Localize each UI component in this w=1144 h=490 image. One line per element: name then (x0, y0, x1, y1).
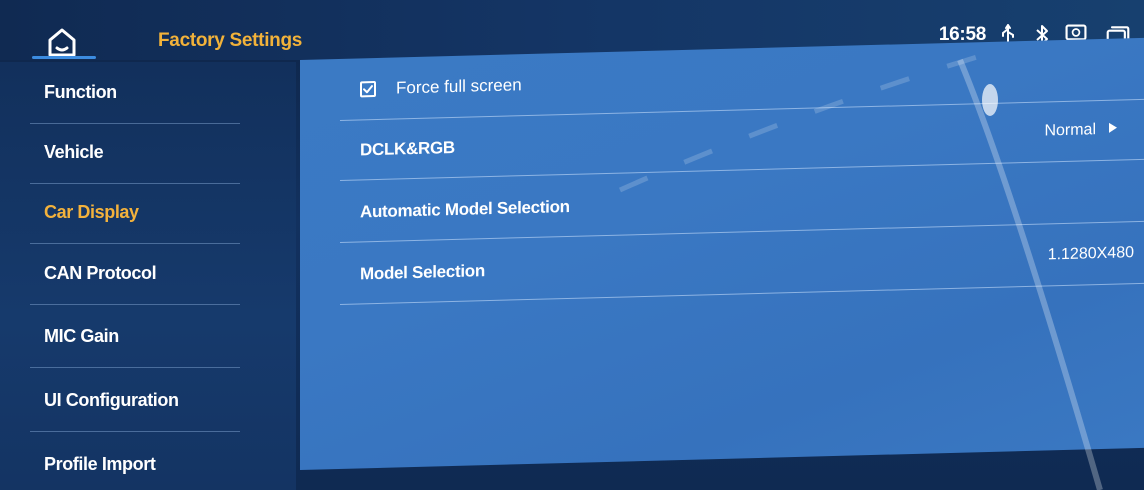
sidebar-item-label: MIC Gain (44, 326, 119, 346)
sidebar: Function Vehicle Car Display CAN Protoco… (0, 62, 296, 490)
factory-settings-screen: Factory Settings 16:58 Function Vehicle … (0, 0, 1144, 490)
divider (30, 243, 240, 244)
force-full-screen-checkbox[interactable] (360, 81, 376, 98)
home-underline (32, 56, 96, 59)
sidebar-item-label: Function (44, 82, 117, 102)
divider (30, 367, 240, 368)
sidebar-item-label: Car Display (44, 202, 139, 222)
automatic-model-selection-label: Automatic Model Selection (360, 196, 570, 222)
play-arrow-icon (1108, 121, 1118, 139)
dclk-rgb-selector[interactable]: Normal (1044, 121, 1118, 141)
sidebar-item-car-display[interactable]: Car Display (0, 184, 296, 244)
sidebar-item-label: Profile Import (44, 454, 156, 474)
sidebar-item-label: CAN Protocol (44, 263, 157, 283)
sidebar-item-label: Vehicle (44, 142, 104, 162)
dclk-rgb-value: Normal (1044, 121, 1096, 140)
model-selection-label: Model Selection (360, 261, 485, 284)
sidebar-item-vehicle[interactable]: Vehicle (0, 124, 296, 184)
sidebar-item-label: UI Configuration (44, 390, 179, 410)
page-title: Factory Settings (158, 30, 303, 51)
model-selection-value: 1.1280X480 (1047, 244, 1134, 264)
sidebar-item-function[interactable]: Function (0, 64, 296, 124)
sidebar-item-profile-import[interactable]: Profile Import (0, 436, 296, 490)
home-icon[interactable] (44, 24, 80, 60)
sidebar-item-ui-configuration[interactable]: UI Configuration (0, 372, 296, 432)
divider (340, 282, 1144, 305)
settings-panel: Force full screen DCLK&RGB Normal Automa… (300, 37, 1144, 471)
sidebar-item-can-protocol[interactable]: CAN Protocol (0, 245, 296, 305)
divider (30, 304, 240, 305)
divider (30, 431, 240, 432)
sidebar-item-mic-gain[interactable]: MIC Gain (0, 308, 296, 368)
dclk-rgb-label: DCLK&RGB (360, 137, 455, 160)
force-full-screen-label: Force full screen (396, 75, 522, 98)
